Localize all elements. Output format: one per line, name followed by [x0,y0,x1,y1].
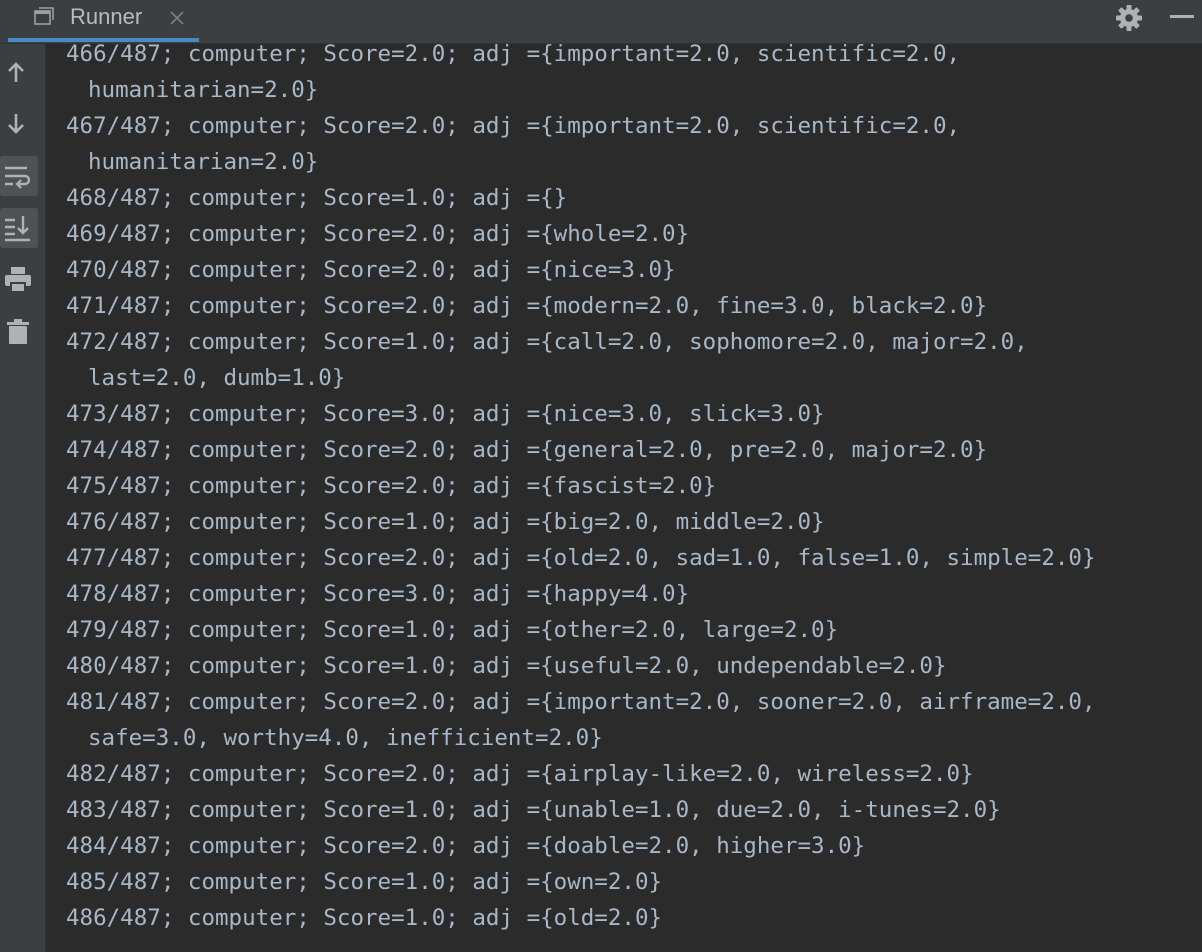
console-line: 484/487; computer; Score=2.0; adj ={doab… [66,833,866,859]
soft-wrap-button[interactable] [0,156,38,196]
console-toolbar [0,44,46,952]
console-line: 480/487; computer; Score=1.0; adj ={usef… [66,653,947,679]
soft-wrap-icon [5,166,31,189]
up-arrow-icon [8,62,24,82]
console-line: 466/487; computer; Score=2.0; adj ={impo… [66,44,961,67]
tool-window-header: Runner [0,0,1202,44]
console-line: safe=3.0, worthy=4.0, inefficient=2.0} [88,725,603,751]
console-line: 483/487; computer; Score=1.0; adj ={unab… [66,797,1001,823]
console-line: humanitarian=2.0} [88,149,319,175]
console-line: 475/487; computer; Score=2.0; adj ={fasc… [66,473,717,499]
console-line: 471/487; computer; Score=2.0; adj ={mode… [66,293,988,319]
console-lines: 466/487; computer; Score=2.0; adj ={impo… [66,44,1096,936]
console-line: humanitarian=2.0} [88,77,319,103]
console-window-icon [34,7,54,27]
console-line: 472/487; computer; Score=1.0; adj ={call… [66,329,1028,355]
console-line: 469/487; computer; Score=2.0; adj ={whol… [66,221,690,247]
active-tab-indicator [8,38,199,42]
down-arrow-icon [8,114,24,134]
tab-runner[interactable]: Runner [8,0,199,42]
console-line: 479/487; computer; Score=1.0; adj ={othe… [66,617,839,643]
console-line: 486/487; computer; Score=1.0; adj ={old=… [66,905,663,931]
console-line: 481/487; computer; Score=2.0; adj ={impo… [66,689,1096,715]
print-icon [5,267,31,293]
down-arrow-button[interactable] [0,104,38,144]
console-line: 468/487; computer; Score=1.0; adj ={} [66,185,568,211]
run-tool-window: Runner 466/487; computer; Score=2.0; adj… [0,0,1202,952]
console-line: 485/487; computer; Score=1.0; adj ={own=… [66,869,663,895]
console-line: 476/487; computer; Score=1.0; adj ={big=… [66,509,825,535]
console-line: 467/487; computer; Score=2.0; adj ={impo… [66,113,961,139]
console-line: 477/487; computer; Score=2.0; adj ={old=… [66,545,1096,571]
console-line: 474/487; computer; Score=2.0; adj ={gene… [66,437,988,463]
minimize-icon[interactable] [1168,6,1196,28]
close-icon[interactable] [168,9,186,27]
up-arrow-button[interactable] [0,52,38,92]
gear-icon[interactable] [1114,3,1144,33]
tab-label: Runner [70,4,143,29]
scroll-to-end-button[interactable] [0,208,38,248]
print-button[interactable] [0,260,38,300]
console-line: 473/487; computer; Score=3.0; adj ={nice… [66,401,825,427]
console-line: 482/487; computer; Score=2.0; adj ={airp… [66,761,974,787]
console-output[interactable]: 466/487; computer; Score=2.0; adj ={impo… [46,44,1202,952]
scroll-to-end-icon [5,216,30,242]
console-line: 478/487; computer; Score=3.0; adj ={happ… [66,581,690,607]
clear-all-button[interactable] [0,312,38,352]
trash-icon [7,319,29,344]
console-line: last=2.0, dumb=1.0} [88,365,346,391]
console-line: 470/487; computer; Score=2.0; adj ={nice… [66,257,676,283]
